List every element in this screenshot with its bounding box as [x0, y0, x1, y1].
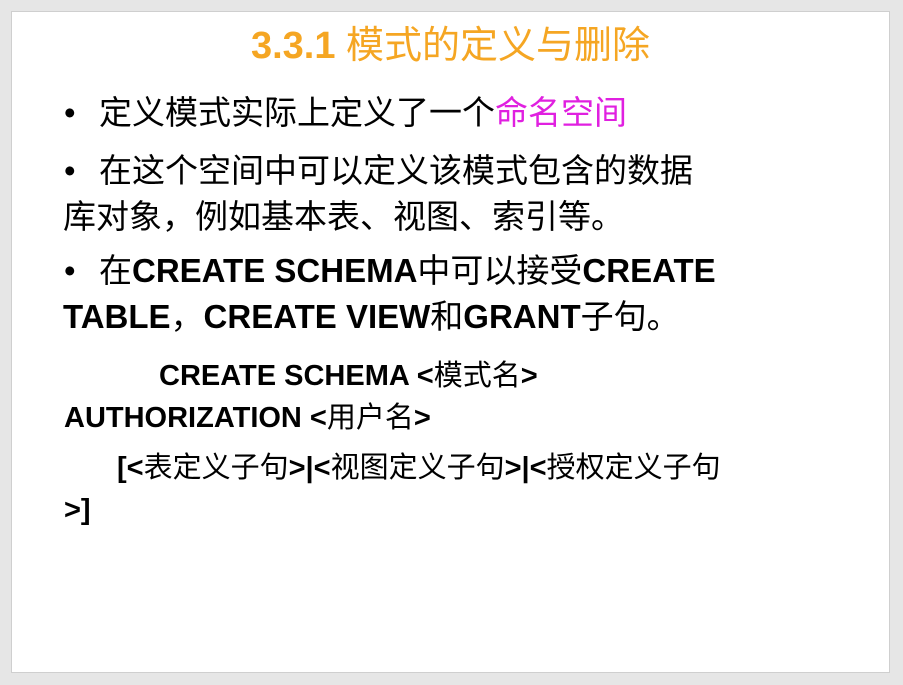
title-number: 3.3.1	[250, 25, 336, 67]
syntax-l3-b: 表定义子句	[143, 452, 289, 484]
syntax-l4-a: >]	[64, 494, 91, 526]
bullet3-line2: TABLE，CREATE VIEW和GRANT子句。	[63, 294, 854, 340]
bullet1-prefix: 定义模式实际上定义了一个	[99, 94, 495, 131]
syntax-line-1: CREATE SCHEMA <模式名>	[159, 355, 538, 397]
syntax-l2-c: >	[413, 402, 431, 434]
title-text: 模式的定义与删除	[346, 25, 651, 67]
syntax-l1-a: CREATE SCHEMA <	[159, 360, 434, 392]
syntax-l3-a: [<	[117, 452, 144, 484]
syntax-l3-d: 视图定义子句	[330, 452, 505, 484]
b3-l2-a: TABLE	[63, 298, 171, 335]
syntax-l1-c: >	[520, 360, 538, 392]
b3-l2-b: ，	[170, 298, 204, 335]
bullet-objects: • 在这个空间中可以定义该模式包含的数据 库对象，例如基本表、视图、索引等。	[63, 148, 844, 240]
b3-l1-b: CREATE SCHEMA	[132, 252, 418, 289]
b3-l2-e: GRANT	[463, 298, 581, 335]
slide: 3.3.1 模式的定义与删除 • 定义模式实际上定义了一个命名空间 • 在这个空间中…	[11, 11, 890, 673]
b3-l1-c: 中可以接受	[417, 252, 583, 289]
bullet-text: 定义模式实际上定义了一个命名空间	[99, 94, 627, 131]
syntax-l2-b: 用户名	[326, 402, 414, 434]
bullet1-highlight: 命名空间	[495, 94, 627, 131]
b3-l2-c: CREATE VIEW	[203, 298, 431, 335]
syntax-l3-c: >|<	[288, 452, 331, 484]
syntax-line-3: [<表定义子句>|<视图定义子句>|<授权定义子句	[117, 447, 721, 489]
bullet-clauses: • 在CREATE SCHEMA中可以接受CREATE TABLE，CREATE …	[63, 248, 854, 340]
syntax-line-4: >]	[64, 489, 91, 531]
syntax-line-2: AUTHORIZATION <用户名>	[64, 397, 431, 439]
b3-l1-a: 在	[99, 252, 132, 289]
bullet2-line1: • 在这个空间中可以定义该模式包含的数据	[64, 148, 844, 194]
syntax-l3-e: >|<	[504, 452, 547, 484]
bullet2-line2: 库对象，例如基本表、视图、索引等。	[63, 198, 624, 235]
b3-l1-d: CREATE	[582, 252, 716, 289]
bullet-dot: •	[64, 252, 76, 289]
b3-l2-d: 和	[430, 298, 464, 335]
bullet-dot: •	[64, 152, 76, 189]
bullet-dot: •	[64, 94, 76, 131]
b3-l2-f: 子句。	[580, 298, 680, 335]
syntax-l2-a: AUTHORIZATION <	[64, 402, 327, 434]
bullet3-line1: • 在CREATE SCHEMA中可以接受CREATE	[64, 248, 854, 294]
bullet2-text1: 在这个空间中可以定义该模式包含的数据	[99, 152, 693, 189]
syntax-l3-f: 授权定义子句	[546, 452, 721, 484]
bullet-namespace: • 定义模式实际上定义了一个命名空间	[64, 90, 627, 136]
slide-title: 3.3.1 模式的定义与删除	[12, 22, 889, 70]
syntax-l1-b: 模式名	[433, 360, 521, 392]
